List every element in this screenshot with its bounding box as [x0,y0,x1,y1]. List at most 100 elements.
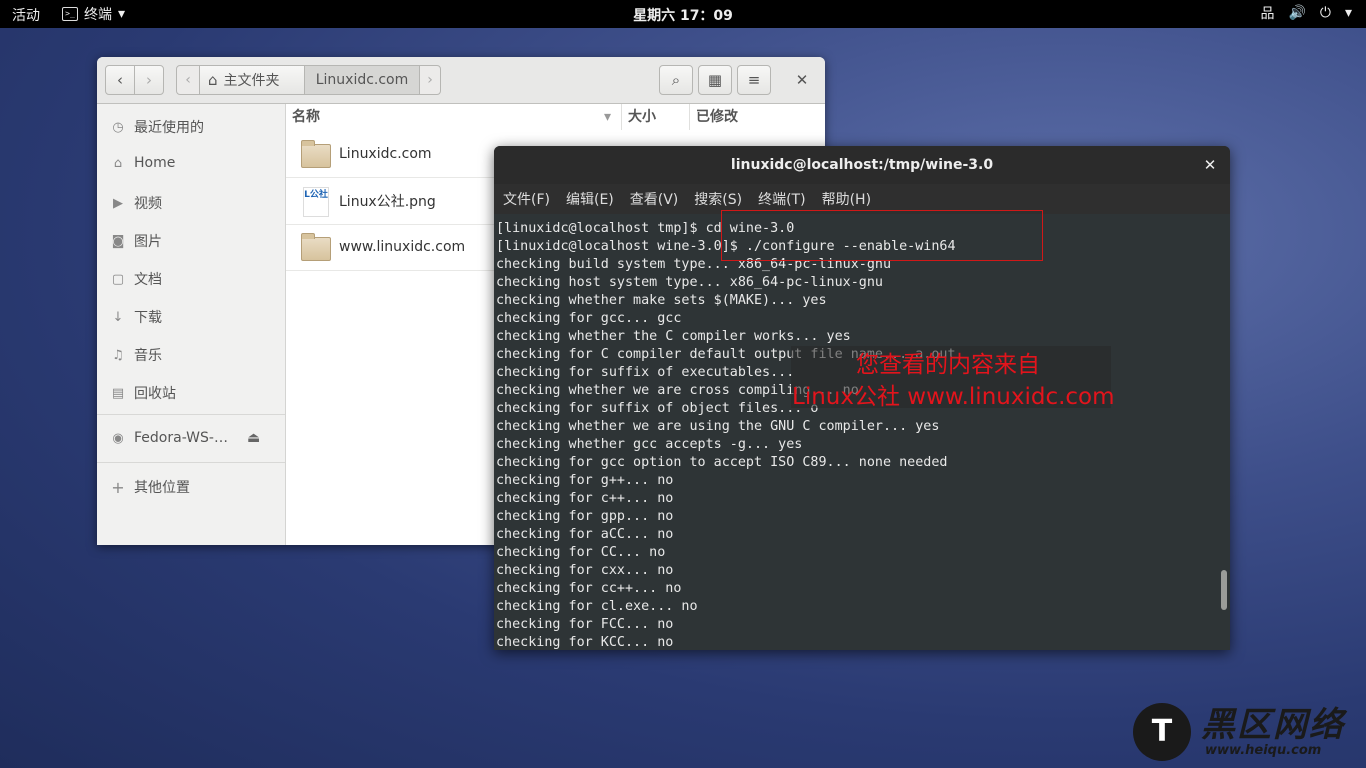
logo-name: 黑区网络 [1201,704,1345,745]
terminal-close-button[interactable]: ✕ [1200,155,1220,175]
watermark-line-2: Linux公社 www.linuxidc.com [792,384,1115,410]
column-header-modified[interactable]: 已修改 [690,104,825,130]
logo-text: 黑区网络 www.heiqu.com [1201,707,1345,758]
sidebar-item-videos[interactable]: ▶ 视频 [110,193,162,213]
volume-icon[interactable]: 🔊 [1288,5,1305,21]
tray-chevron-icon[interactable]: ▾ [1345,5,1352,21]
menu-button[interactable]: ≡ [737,65,771,95]
sidebar-item-documents[interactable]: ▢ 文档 [110,269,162,289]
terminal-title[interactable]: linuxidc@localhost:/tmp/wine-3.0 [494,146,1230,184]
download-icon: ↓ [112,309,124,325]
menu-search[interactable]: 搜索(S) [686,189,750,209]
close-icon: ✕ [795,71,809,89]
terminal-line: checking for FCC... no [496,617,674,632]
back-button[interactable]: ‹ [105,65,135,95]
menu-view[interactable]: 查看(V) [622,189,687,209]
terminal-line: checking for CC... no [496,545,666,560]
sidebar-item-device[interactable]: ◉ Fedora-WS-… ⏏ [110,430,270,446]
terminal-line: checking host system type... x86_64-pc-l… [496,275,883,290]
terminal-window: linuxidc@localhost:/tmp/wine-3.0 ✕ 文件(F)… [494,146,1230,650]
terminal-line: checking for gcc option to accept ISO C8… [496,455,948,470]
breadcrumb-home[interactable]: ⌂ 主文件夹 [199,65,305,95]
breadcrumb-right-arrow[interactable]: › [419,65,441,95]
trash-icon: ▤ [111,385,125,401]
menu-file[interactable]: 文件(F) [494,189,558,209]
menu-edit[interactable]: 编辑(E) [558,189,622,209]
system-tray[interactable]: 品 🔊 ⏻ ▾ [1260,3,1352,23]
video-icon: ▶ [113,195,123,211]
terminal-line: checking for cxx... no [496,563,674,578]
terminal-line: checking whether make sets $(MAKE)... ye… [496,293,827,308]
sidebar-divider [97,414,285,415]
sidebar-divider [97,462,285,463]
terminal-output[interactable]: [linuxidc@localhost tmp]$ cd wine-3.0 [l… [494,214,1218,650]
corner-logo: T 黑区网络 www.heiqu.com [1133,703,1345,761]
clock: 星期六 17：09 [0,5,1366,25]
chevron-down-icon: ▾ [118,6,126,22]
terminal-scrollbar[interactable] [1218,214,1230,650]
watermark-line-1: 您查看的内容来自 [856,352,1040,378]
menu-help[interactable]: 帮助(H) [814,189,879,209]
file-manager-header: ‹ › ‹ ⌂ 主文件夹 Linuxidc.com › ⌕ ▦ ≡ ✕ [97,57,825,104]
sidebar-item-label: 最近使用的 [134,120,204,136]
close-button[interactable]: ✕ [787,65,817,95]
sidebar-item-other-locations[interactable]: + 其他位置 [110,477,190,497]
terminal-line: checking whether the C compiler works...… [496,329,851,344]
terminal-line: checking for KCC... no [496,635,674,650]
network-icon[interactable]: 品 [1260,3,1274,23]
sidebar-item-music[interactable]: ♫ 音乐 [110,345,162,365]
mushroom-logo-icon: T [1133,703,1191,761]
logo-url: www.heiqu.com [1205,742,1322,758]
sidebar-item-home[interactable]: ⌂ Home [110,155,175,171]
sidebar-item-label: Fedora-WS-… [134,430,228,446]
sidebar-item-label: 视频 [134,196,162,212]
terminal-line: checking for gcc... gcc [496,311,682,326]
column-header-name[interactable]: 名称 ▾ [286,104,622,130]
clock-label[interactable]: 星期六 17：09 [633,8,733,24]
disc-icon: ◉ [112,430,124,446]
search-button[interactable]: ⌕ [659,65,693,95]
terminal-line: checking for suffix of executables... [496,365,795,380]
terminal-line: checking for suffix of object files... o [496,401,819,416]
plus-icon: + [111,477,125,497]
file-name: www.linuxidc.com [339,239,466,255]
eject-icon[interactable]: ⏏ [247,430,260,446]
file-name: Linux公社.png [339,194,436,210]
sidebar-item-recent[interactable]: ◷ 最近使用的 [110,117,204,137]
terminal-line: checking for gpp... no [496,509,674,524]
app-menu-label: 终端 [84,7,112,23]
scrollbar-thumb[interactable] [1221,570,1227,610]
terminal-line: checking for cl.exe... no [496,599,698,614]
forward-button[interactable]: › [134,65,164,95]
breadcrumb-left-arrow[interactable]: ‹ [176,65,200,95]
folder-icon [301,140,331,168]
home-icon: ⌂ [113,155,123,171]
sidebar-item-label: 音乐 [134,348,162,364]
sidebar-item-label: Home [134,155,176,171]
clock-icon: ◷ [112,119,124,135]
music-icon: ♫ [112,347,124,363]
column-header-size[interactable]: 大小 [622,104,690,130]
hamburger-icon: ≡ [747,71,761,89]
folder-icon [301,233,331,261]
file-name: Linuxidc.com [339,146,432,162]
activities-button[interactable]: 活动 [12,5,40,25]
sort-arrow-icon: ▾ [603,109,611,125]
grid-icon: ▦ [707,71,723,89]
app-menu[interactable]: >_ 终端 ▾ [62,4,125,24]
power-icon[interactable]: ⏻ [1320,5,1331,21]
breadcrumb-current[interactable]: Linuxidc.com [304,65,420,95]
sidebar: ◷ 最近使用的 ⌂ Home ▶ 视频 ◙ 图片 ▢ 文档 ↓ 下载 ♫ 音乐 ▤ 回收站 ◉ … [97,104,286,545]
image-file-icon: L公社 [301,187,331,217]
breadcrumb-home-label: 主文件夹 [223,73,280,89]
terminal-line: checking for g++... no [496,473,674,488]
sidebar-item-downloads[interactable]: ↓ 下载 [110,307,162,327]
sidebar-item-pictures[interactable]: ◙ 图片 [110,231,162,251]
terminal-line: checking whether gcc accepts -g... yes [496,437,803,452]
sidebar-item-label: 回收站 [134,386,176,402]
sidebar-item-trash[interactable]: ▤ 回收站 [110,383,176,403]
menu-terminal[interactable]: 终端(T) [750,189,813,209]
terminal-line: checking for c++... no [496,491,674,506]
view-toggle-button[interactable]: ▦ [698,65,732,95]
command-highlight-box [721,210,1043,261]
